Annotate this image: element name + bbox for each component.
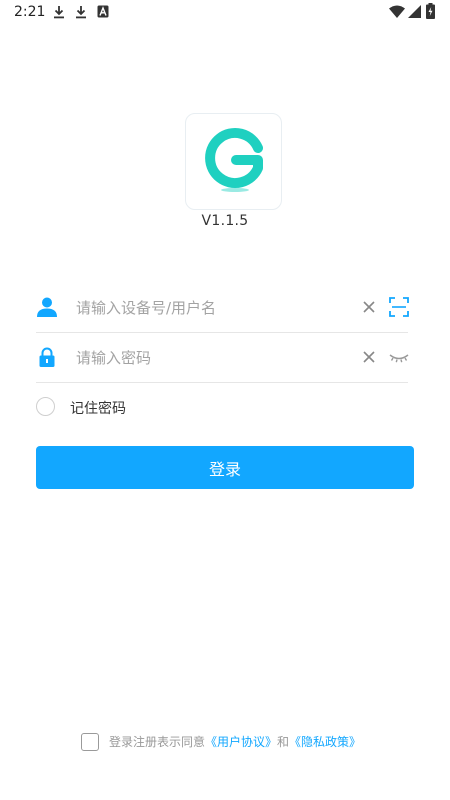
wifi-icon xyxy=(389,5,405,18)
a-icon xyxy=(97,5,109,18)
eye-closed-icon[interactable] xyxy=(389,347,409,367)
logo-g-icon xyxy=(205,128,263,192)
status-bar: 2:21 xyxy=(0,0,450,26)
download-icon xyxy=(54,6,64,19)
battery-icon xyxy=(426,3,435,19)
clear-icon[interactable] xyxy=(362,350,376,364)
user-icon xyxy=(37,297,57,317)
username-input[interactable] xyxy=(76,293,346,323)
username-row xyxy=(36,283,409,333)
agreement-text: 登录注册表示同意《用户协议》和《隐私政策》 xyxy=(109,733,361,750)
agreement-checkbox[interactable] xyxy=(81,733,99,751)
remember-password[interactable]: 记住密码 xyxy=(36,396,236,418)
remember-radio[interactable] xyxy=(36,397,55,416)
app-version: V1.1.5 xyxy=(201,213,249,229)
remember-label: 记住密码 xyxy=(70,401,126,417)
user-agreement-link[interactable]: 《用户协议》 xyxy=(205,735,277,749)
agreement-prefix: 登录注册表示同意 xyxy=(109,735,206,749)
agreement-row: 登录注册表示同意《用户协议》和《隐私政策》 xyxy=(0,730,450,752)
scan-icon[interactable] xyxy=(389,297,409,317)
login-button[interactable]: 登录 xyxy=(36,446,414,489)
lock-icon xyxy=(39,347,55,367)
app-logo xyxy=(185,113,282,210)
clear-icon[interactable] xyxy=(362,300,376,314)
signal-icon xyxy=(408,5,421,18)
status-time: 2:21 xyxy=(14,4,46,20)
download-icon xyxy=(76,6,86,19)
agreement-conjunction: 和 xyxy=(277,735,290,749)
privacy-policy-link[interactable]: 《隐私政策》 xyxy=(289,735,361,749)
password-input[interactable] xyxy=(76,343,346,373)
password-row xyxy=(36,333,409,383)
